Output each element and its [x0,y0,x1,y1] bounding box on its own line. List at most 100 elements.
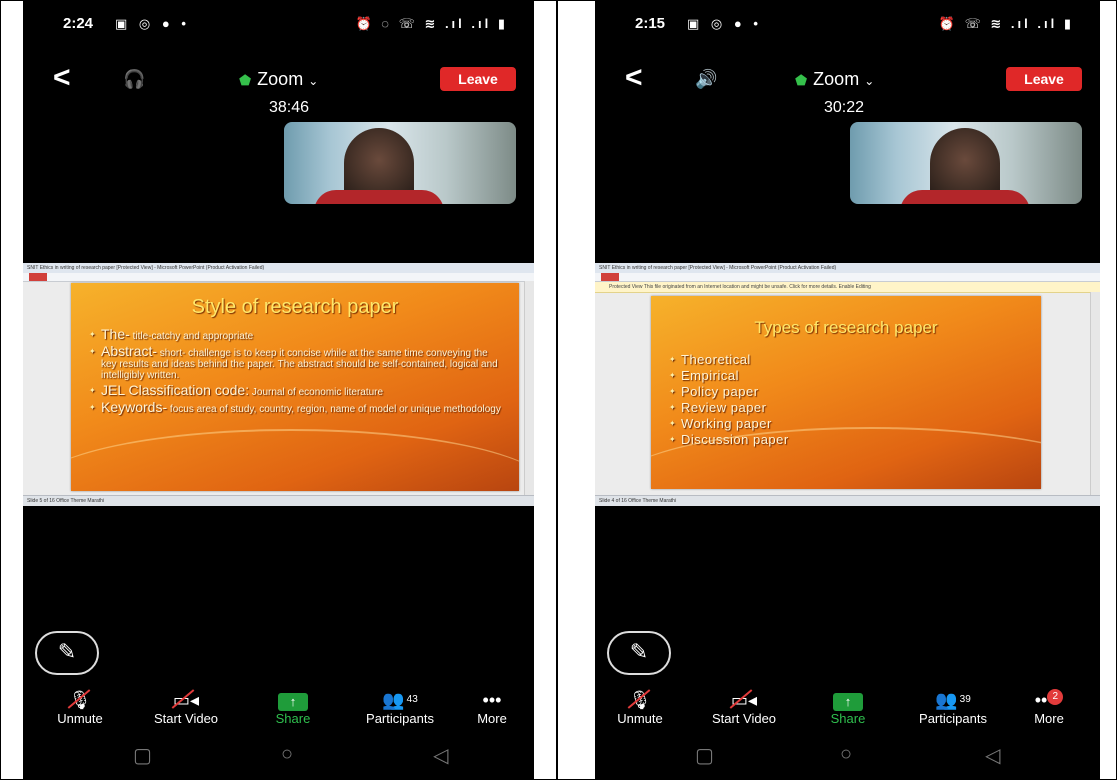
meeting-top-bar: < 🎧 ⬟ Zoom ⌄ Leave [23,63,534,99]
android-nav-bar: ▢ ○ ◁ [595,731,1100,779]
meeting-timer: 30:22 [824,99,865,116]
slide-bullet: Keywords- focus area of study, country, … [89,400,503,415]
recents-square-icon[interactable]: ▢ [133,743,152,768]
meeting-title[interactable]: ⬟ Zoom ⌄ [239,69,318,90]
ppt-ribbon-tabs [23,273,534,282]
meeting-title[interactable]: ⬟ Zoom ⌄ [795,69,874,90]
start-video-button[interactable]: ▭◂ Start Video [141,689,231,726]
video-off-icon: ▭◂ [172,690,200,710]
ppt-window-title: SNIT Ethics in writing of research paper… [23,263,534,273]
microphone-muted-icon: 🎙 [628,690,652,710]
screenshot-panel-left: 2:24 ▣ ◎ ● • ⏰ ◌ ☏ ≋ .ıl .ıl ▮ < 🎧 ⬟ Zoom… [0,0,557,780]
participants-button[interactable]: 👥 43 Participants [355,689,445,726]
meeting-title-label: Zoom [813,69,860,89]
ppt-status-bar: Slide 5 of 16 Office Theme Marathi [23,495,534,506]
share-button[interactable]: ↑ Share [803,689,893,726]
more-dots-icon: •• 2 [1004,689,1094,711]
back-triangle-icon[interactable]: ◁ [985,743,1000,768]
start-video-button[interactable]: ▭◂ Start Video [699,689,789,726]
unmute-button[interactable]: 🎙 Unmute [595,689,685,726]
ppt-file-tab [601,273,619,281]
slide-bullet: Discussion paper [669,432,1025,448]
shield-icon: ⬟ [795,72,808,88]
ppt-ribbon-tabs [595,273,1100,282]
share-button[interactable]: ↑ Share [248,689,338,726]
shared-screen-powerpoint[interactable]: SNIT Ethics in writing of research paper… [23,263,534,506]
meeting-toolbar: 🎙 Unmute ▭◂ Start Video ↑ Share 👥 43 Part… [23,689,534,731]
video-off-icon: ▭◂ [730,690,758,710]
shield-icon: ⬟ [239,72,252,88]
phone-screen: 2:15 ▣ ◎ ● • ⏰ ☏ ≋ .ıl .ıl ▮ < 🔊 ⬟ Zoom ⌄ … [595,1,1100,779]
meeting-timer: 38:46 [269,99,310,116]
participants-icon: 👥 43 [382,690,418,710]
back-triangle-icon[interactable]: ◁ [433,743,448,768]
system-icons: ⏰ ◌ ☏ ≋ .ıl .ıl ▮ [355,16,508,31]
more-button[interactable]: •• 2 More [1004,689,1094,726]
participants-count: 43 [406,694,418,705]
pencil-icon: ✎ [57,639,77,664]
ppt-scrollbar [524,281,534,496]
more-button[interactable]: ••• More [447,689,534,726]
slide-bullets: Theoretical Empirical Policy paper Revie… [651,338,1041,448]
slide-bullets: The- title-catchy and appropriate Abstra… [71,319,519,415]
participants-count: 39 [959,694,971,705]
microphone-muted-icon: 🎙 [68,690,92,710]
headset-icon[interactable]: 🎧 [123,69,145,90]
chevron-down-icon: ⌄ [864,74,875,88]
slide-bullet: Working paper [669,416,1025,432]
participant-video-thumbnail[interactable] [284,122,516,204]
phone-screen: 2:24 ▣ ◎ ● • ⏰ ◌ ☏ ≋ .ıl .ıl ▮ < 🎧 ⬟ Zoom… [23,1,534,779]
meeting-title-label: Zoom [257,69,304,89]
participant-video-thumbnail[interactable] [850,122,1082,204]
android-nav-bar: ▢ ○ ◁ [23,731,534,779]
pencil-icon: ✎ [629,639,649,664]
annotate-pencil-button[interactable]: ✎ [35,631,99,675]
shared-screen-powerpoint[interactable]: SNIT Ethics in writing of research paper… [595,263,1100,506]
ppt-file-tab [29,273,47,281]
slide-bullet: Review paper [669,400,1025,416]
meeting-top-bar: < 🔊 ⬟ Zoom ⌄ Leave [595,63,1100,99]
slide-bullet: Abstract- short- challenge is to keep it… [89,344,503,381]
back-chevron-icon[interactable]: < [53,63,71,93]
home-circle-icon[interactable]: ○ [281,743,293,766]
share-arrow-icon: ↑ [248,689,338,711]
chevron-down-icon: ⌄ [308,74,319,88]
slide-bullet: JEL Classification code: Journal of econ… [89,383,503,398]
participant-shirt [900,190,1030,204]
participants-icon: 👥 39 [935,690,971,710]
slide-bullet: Empirical [669,368,1025,384]
system-icons: ⏰ ☏ ≋ .ıl .ıl ▮ [938,16,1074,31]
status-bar: 2:15 ▣ ◎ ● • ⏰ ☏ ≋ .ıl .ıl ▮ [635,15,1084,35]
slide-title: Style of research paper [191,296,399,318]
home-circle-icon[interactable]: ○ [840,743,852,766]
notification-badge: 2 [1047,689,1064,705]
participants-button[interactable]: 👥 39 Participants [908,689,998,726]
slide-bullet: Theoretical [669,352,1025,368]
ppt-scrollbar [1090,292,1100,496]
ppt-window-title: SNIT Ethics in writing of research paper… [595,263,1100,273]
leave-button[interactable]: Leave [440,67,516,91]
more-dots-icon: ••• [482,690,502,710]
slide: Style of research paper The- title-catch… [71,283,519,491]
speaker-icon[interactable]: 🔊 [695,69,717,90]
notification-icons: ▣ ◎ ● • [115,16,190,31]
meeting-toolbar: 🎙 Unmute ▭◂ Start Video ↑ Share 👥 39 Part… [595,689,1100,731]
notification-icons: ▣ ◎ ● • [687,16,762,31]
slide: Types of research paper Theoretical Empi… [651,296,1041,489]
unmute-button[interactable]: 🎙 Unmute [35,689,125,726]
slide-bullet: The- title-catchy and appropriate [89,327,503,342]
status-time: 2:15 [635,15,666,32]
share-arrow-icon: ↑ [803,689,893,711]
slide-title: Types of research paper [754,318,938,337]
recents-square-icon[interactable]: ▢ [695,743,714,768]
back-chevron-icon[interactable]: < [625,63,643,93]
annotate-pencil-button[interactable]: ✎ [607,631,671,675]
slide-bullet: Policy paper [669,384,1025,400]
ppt-status-bar: Slide 4 of 16 Office Theme Marathi [595,495,1100,506]
status-time: 2:24 [63,15,94,32]
protected-view-bar[interactable]: Protected View This file originated from… [595,282,1100,293]
status-bar: 2:24 ▣ ◎ ● • ⏰ ◌ ☏ ≋ .ıl .ıl ▮ [63,15,518,35]
participant-shirt [314,190,444,204]
leave-button[interactable]: Leave [1006,67,1082,91]
screenshot-panel-right: 2:15 ▣ ◎ ● • ⏰ ☏ ≋ .ıl .ıl ▮ < 🔊 ⬟ Zoom ⌄ … [557,0,1117,780]
